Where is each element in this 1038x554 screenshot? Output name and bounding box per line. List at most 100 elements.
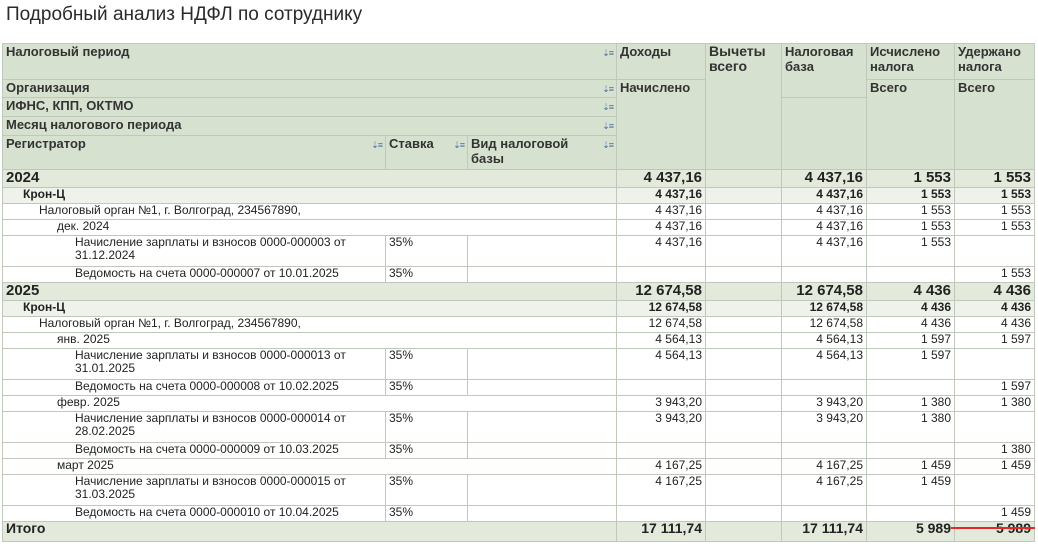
income-cell: 12 674,58	[616, 282, 706, 301]
income-cell	[616, 266, 706, 283]
withheld-cell: 4 436	[954, 282, 1035, 301]
table-row[interactable]: Начисление зарплаты и взносов 0000-00001…	[2, 474, 1035, 506]
registrar-cell: Ведомость на счета 0000-000008 от 10.02.…	[2, 379, 386, 396]
withheld-cell: 1 459	[954, 505, 1035, 522]
header-deductions[interactable]: Вычеты всего	[705, 43, 782, 170]
deductions-cell	[705, 395, 782, 412]
header-base-type[interactable]: ⇣≡ Вид налоговой базы	[467, 135, 617, 170]
calculated-cell: 1 553	[866, 169, 955, 188]
table-row[interactable]: Начисление зарплаты и взносов 0000-00001…	[2, 411, 1035, 443]
header-income[interactable]: Доходы	[616, 43, 706, 80]
table-row[interactable]: Ведомость на счета 0000-000008 от 10.02.…	[2, 379, 1035, 396]
report-table: ⇣≡ Налоговый период Доходы Вычеты всего Н…	[2, 43, 1035, 542]
header-ifns[interactable]: ⇣≡ ИФНС, КПП, ОКТМО	[2, 97, 617, 117]
total-row[interactable]: Итого17 111,7417 111,745 9895 989	[2, 521, 1035, 542]
header-registrar[interactable]: ⇣≡ Регистратор	[2, 135, 386, 170]
table-row[interactable]: Начисление зарплаты и взносов 0000-00000…	[2, 235, 1035, 267]
rate-cell: 35%	[385, 266, 468, 283]
header-month[interactable]: ⇣≡ Месяц налогового периода	[2, 116, 617, 136]
header-calculated-total: Всего	[866, 79, 955, 170]
group-label-cell: Налоговый орган №1, г. Волгоград, 234567…	[2, 316, 617, 333]
withheld-cell: 5 989	[954, 521, 1035, 542]
table-row[interactable]: февр. 2025 3 943,20 3 943,20 1 380 1 380	[2, 395, 1035, 412]
group-label-cell: янв. 2025	[2, 332, 617, 349]
sort-icon[interactable]: ⇣≡	[371, 138, 383, 153]
sort-icon[interactable]: ⇣≡	[602, 100, 614, 115]
income-cell: 4 437,16	[616, 203, 706, 220]
group-label-cell: 2025	[2, 282, 617, 301]
table-row[interactable]: Налоговый орган №1, г. Волгоград, 234567…	[2, 203, 1035, 220]
deductions-cell	[705, 442, 782, 459]
group-label-cell: Крон-Ц	[2, 300, 617, 317]
sort-icon[interactable]: ⇣≡	[602, 138, 614, 153]
calculated-cell: 5 989	[866, 521, 955, 542]
header-withheld[interactable]: Удержано налога	[954, 43, 1035, 80]
group-label-cell: дек. 2024	[2, 219, 617, 236]
header-rate[interactable]: ⇣≡ Ставка	[385, 135, 468, 170]
table-row[interactable]: Ведомость на счета 0000-000009 от 10.03.…	[2, 442, 1035, 459]
registrar-cell: Начисление зарплаты и взносов 0000-00001…	[2, 348, 386, 380]
header-calculated[interactable]: Исчислено налога	[866, 43, 955, 80]
table-row[interactable]: янв. 2025 4 564,13 4 564,13 1 597 1 597	[2, 332, 1035, 349]
deductions-cell	[705, 316, 782, 333]
deductions-cell	[705, 348, 782, 380]
calculated-cell: 4 436	[866, 300, 955, 317]
withheld-cell: 1 380	[954, 442, 1035, 459]
deductions-cell	[705, 203, 782, 220]
calculated-cell: 1 553	[866, 235, 955, 267]
registrar-cell: Начисление зарплаты и взносов 0000-00001…	[2, 474, 386, 506]
deductions-cell	[705, 458, 782, 475]
withheld-cell: 1 553	[954, 219, 1035, 236]
registrar-cell: Начисление зарплаты и взносов 0000-00001…	[2, 411, 386, 443]
tax-base-cell: 12 674,58	[781, 300, 867, 317]
calculated-cell: 1 380	[866, 411, 955, 443]
income-cell: 4 167,25	[616, 458, 706, 475]
group-label-cell: Крон-Ц	[2, 187, 617, 204]
tax-base-cell	[781, 379, 867, 396]
tax-base-cell: 4 437,16	[781, 187, 867, 204]
income-cell	[616, 442, 706, 459]
base-type-cell	[467, 235, 617, 267]
sort-icon[interactable]: ⇣≡	[602, 119, 614, 134]
calculated-cell: 1 459	[866, 474, 955, 506]
registrar-cell: Ведомость на счета 0000-000007 от 10.01.…	[2, 266, 386, 283]
tax-base-cell: 4 167,25	[781, 458, 867, 475]
header-tax-base-empty	[781, 97, 867, 170]
table-row[interactable]: Начисление зарплаты и взносов 0000-00001…	[2, 348, 1035, 380]
withheld-cell: 1 380	[954, 395, 1035, 412]
rate-cell: 35%	[385, 442, 468, 459]
table-row[interactable]: март 2025 4 167,25 4 167,25 1 459 1 459	[2, 458, 1035, 475]
withheld-cell: 4 436	[954, 300, 1035, 317]
sort-icon[interactable]: ⇣≡	[602, 82, 614, 97]
table-row[interactable]: Ведомость на счета 0000-000007 от 10.01.…	[2, 266, 1035, 283]
header-organization[interactable]: ⇣≡ Организация	[2, 79, 617, 98]
calculated-cell: 4 436	[866, 316, 955, 333]
sort-icon[interactable]: ⇣≡	[602, 46, 614, 61]
calculated-cell	[866, 505, 955, 522]
withheld-cell	[954, 474, 1035, 506]
tax-base-cell: 3 943,20	[781, 395, 867, 412]
header-tax-base[interactable]: Налоговая база	[781, 43, 867, 98]
income-cell: 3 943,20	[616, 395, 706, 412]
income-cell: 4 564,13	[616, 348, 706, 380]
table-row[interactable]: Крон-Ц 4 437,16 4 437,16 1 553 1 553	[2, 187, 1035, 204]
tax-base-cell: 4 564,13	[781, 348, 867, 380]
year-row[interactable]: 2025 12 674,58 12 674,58 4 436 4 436	[2, 282, 1035, 301]
tax-base-cell: 4 437,16	[781, 219, 867, 236]
rate-cell: 35%	[385, 235, 468, 267]
income-cell: 12 674,58	[616, 316, 706, 333]
table-row[interactable]: Крон-Ц 12 674,58 12 674,58 4 436 4 436	[2, 300, 1035, 317]
rate-cell: 35%	[385, 348, 468, 380]
year-row[interactable]: 2024 4 437,16 4 437,16 1 553 1 553	[2, 169, 1035, 188]
deductions-cell	[705, 411, 782, 443]
base-type-cell	[467, 266, 617, 283]
rate-cell: 35%	[385, 411, 468, 443]
table-row[interactable]: Ведомость на счета 0000-000010 от 10.04.…	[2, 505, 1035, 522]
table-row[interactable]: Налоговый орган №1, г. Волгоград, 234567…	[2, 316, 1035, 333]
header-tax-period[interactable]: ⇣≡ Налоговый период	[2, 43, 617, 80]
table-row[interactable]: дек. 2024 4 437,16 4 437,16 1 553 1 553	[2, 219, 1035, 236]
sort-icon[interactable]: ⇣≡	[453, 138, 465, 153]
rate-cell: 35%	[385, 505, 468, 522]
withheld-cell	[954, 235, 1035, 267]
income-cell: 17 111,74	[616, 521, 706, 542]
